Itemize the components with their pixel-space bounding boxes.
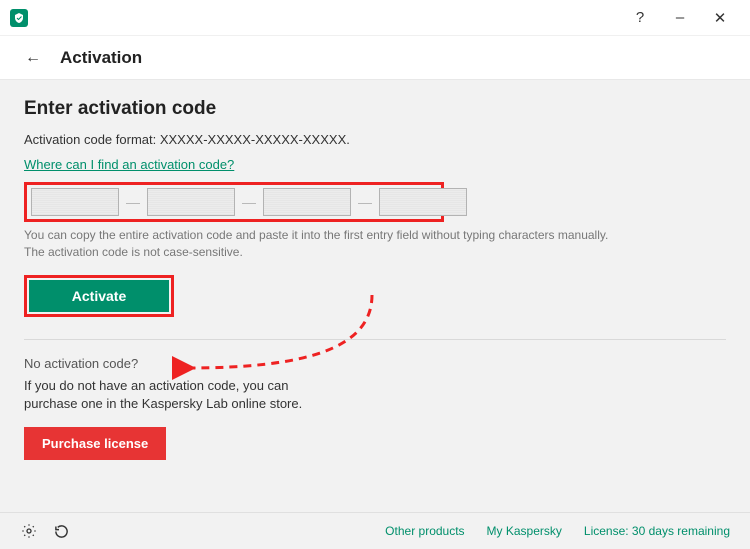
app-logo <box>10 9 28 27</box>
other-products-link[interactable]: Other products <box>385 524 464 538</box>
segment-separator: — <box>242 194 256 210</box>
help-text: You can copy the entire activation code … <box>24 227 664 261</box>
content-area: Enter activation code Activation code fo… <box>0 80 750 512</box>
code-segment-4[interactable] <box>379 188 467 216</box>
minimize-button[interactable]: – <box>660 0 700 36</box>
settings-icon[interactable] <box>20 522 38 540</box>
code-segment-2[interactable] <box>147 188 235 216</box>
refresh-icon[interactable] <box>52 522 70 540</box>
code-segment-3[interactable] <box>263 188 351 216</box>
license-status-link[interactable]: License: 30 days remaining <box>584 524 730 538</box>
no-code-heading: No activation code? <box>24 356 726 371</box>
activate-button[interactable]: Activate <box>29 280 169 312</box>
divider <box>24 339 726 340</box>
find-code-link[interactable]: Where can I find an activation code? <box>24 157 234 172</box>
footer: Other products My Kaspersky License: 30 … <box>0 512 750 549</box>
close-button[interactable]: ✕ <box>700 0 740 36</box>
titlebar: ? – ✕ <box>0 0 750 36</box>
segment-separator: — <box>358 194 372 210</box>
format-hint: Activation code format: XXXXX-XXXXX-XXXX… <box>24 132 726 147</box>
back-button[interactable]: ← <box>22 47 44 69</box>
help-line-2: The activation code is not case-sensitiv… <box>24 245 243 259</box>
my-kaspersky-link[interactable]: My Kaspersky <box>487 524 562 538</box>
help-button[interactable]: ? <box>620 0 660 36</box>
no-code-text: If you do not have an activation code, y… <box>24 377 344 413</box>
section-heading: Enter activation code <box>24 98 726 120</box>
code-inputs-highlight: — — — <box>24 182 444 222</box>
code-segment-1[interactable] <box>31 188 119 216</box>
segment-separator: — <box>126 194 140 210</box>
header: ← Activation <box>0 36 750 80</box>
page-title: Activation <box>60 48 142 68</box>
activate-highlight: Activate <box>24 275 174 317</box>
help-line-1: You can copy the entire activation code … <box>24 228 608 242</box>
purchase-license-button[interactable]: Purchase license <box>24 427 166 460</box>
